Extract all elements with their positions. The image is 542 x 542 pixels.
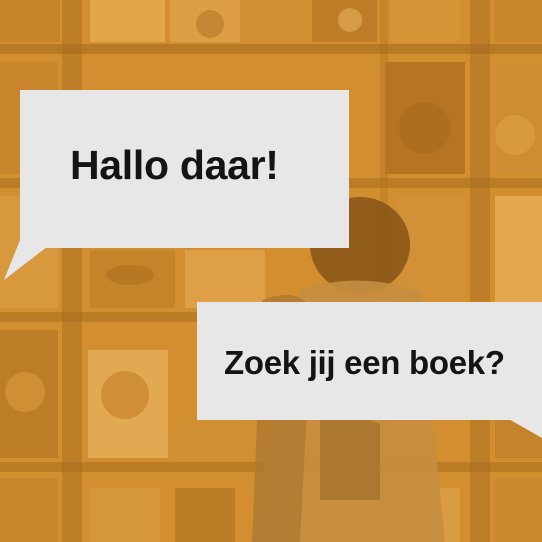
speech-bubble-question: Zoek jij een boek? — [197, 302, 542, 420]
greeting-text: Hallo daar! — [70, 142, 279, 188]
question-text: Zoek jij een boek? — [224, 344, 505, 381]
speech-bubble-greeting: Hallo daar! — [20, 90, 349, 248]
bookstore-photo-graphic: Hallo daar! Zoek jij een boek? — [0, 0, 542, 542]
bookshelf-background-image — [0, 0, 542, 542]
